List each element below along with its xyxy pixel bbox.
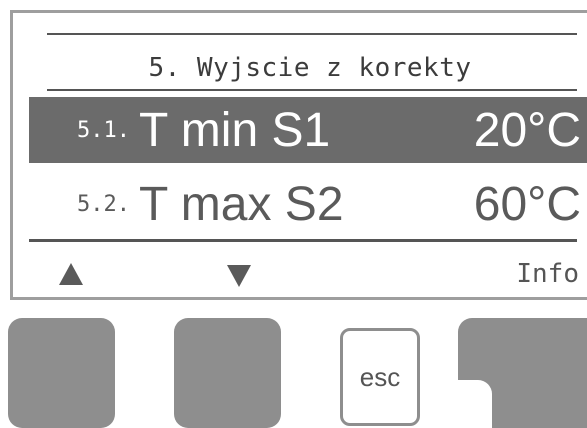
info-button-notch — [458, 380, 492, 428]
softkey-bar: Info — [31, 255, 587, 295]
menu-title: 5. Wyjscie z korekty — [148, 53, 472, 83]
menu-row-number: 5.1. — [77, 117, 130, 143]
menu-row-5-1[interactable]: 5.1. T min S1 20°C — [29, 97, 587, 163]
triangle-up-icon — [59, 263, 83, 285]
softkey-divider — [29, 239, 577, 242]
title-bottom-divider — [47, 89, 577, 91]
esc-button-label: esc — [359, 361, 401, 392]
info-softkey-label: Info — [516, 259, 579, 289]
title-top-divider — [47, 33, 577, 35]
menu-row-value: 20°C — [473, 103, 581, 157]
menu-row-value: 60°C — [473, 177, 581, 231]
menu-row-label: T min S1 — [139, 103, 331, 157]
esc-hardware-button[interactable]: esc — [340, 328, 420, 426]
menu-row-label: T max S2 — [139, 177, 344, 231]
lcd-screen: 5. Wyjscie z korekty 5.1. T min S1 20°C … — [10, 10, 587, 300]
down-hardware-button[interactable] — [174, 318, 281, 428]
menu-row-number: 5.2. — [77, 191, 130, 217]
up-hardware-button[interactable] — [8, 318, 115, 428]
menu-row-5-2[interactable]: 5.2. T max S2 60°C — [29, 171, 587, 237]
triangle-down-icon — [227, 265, 251, 287]
